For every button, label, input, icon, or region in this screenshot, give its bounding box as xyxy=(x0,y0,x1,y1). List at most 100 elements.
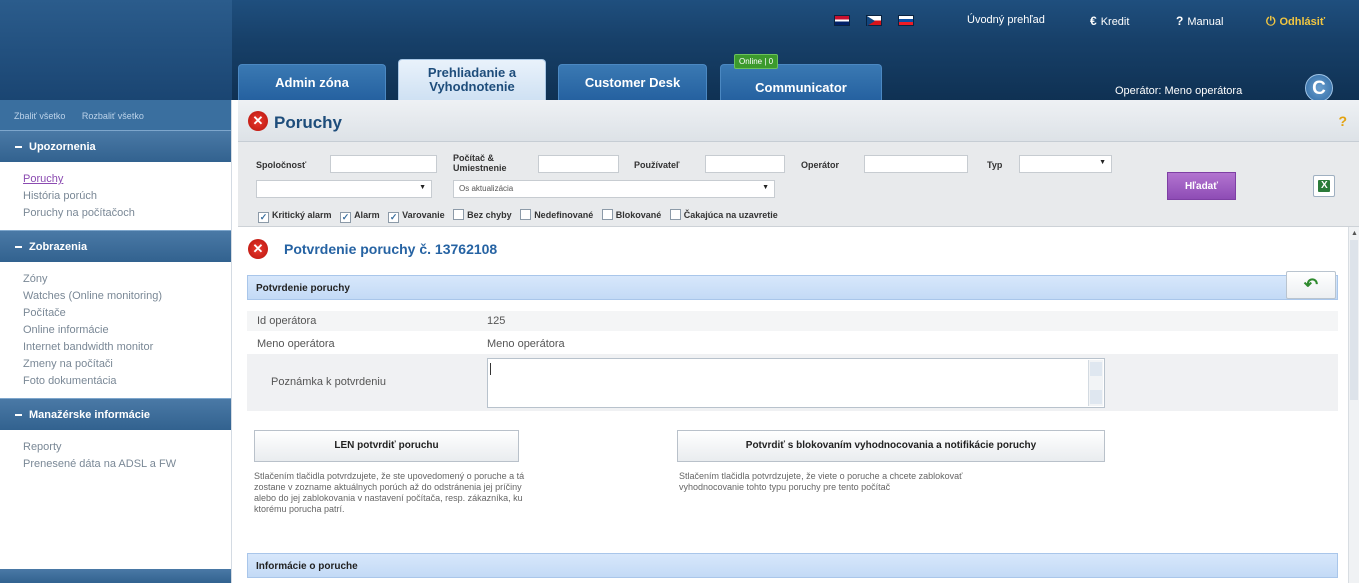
collapse-all-link[interactable]: Zbaliť všetko xyxy=(14,111,65,121)
note-label: Poznámka k potvrdeniu xyxy=(271,376,386,388)
operator-name-value: Meno operátora xyxy=(487,338,565,350)
tab-review-line1: Prehliadanie a xyxy=(427,65,517,80)
sidebar-item-fault-history[interactable]: História porúch xyxy=(23,188,231,205)
close-detail-icon[interactable]: ✕ xyxy=(248,239,268,259)
expand-all-link[interactable]: Rozbaliť všetko xyxy=(82,111,144,121)
power-icon: ⏻ xyxy=(1266,14,1276,28)
page-title: Poruchy xyxy=(274,113,343,132)
page-header: ✕ Poruchy ? xyxy=(238,100,1359,142)
scroll-up-icon[interactable]: ▲ xyxy=(1351,230,1358,237)
collapse-icon xyxy=(15,246,22,249)
checkbox-icon xyxy=(453,209,465,220)
manual-link[interactable]: ? Manual xyxy=(1176,14,1223,28)
computer-input[interactable] xyxy=(538,155,619,173)
sidebar-item-computers[interactable]: Počítače xyxy=(23,305,231,322)
sidebar-list-views: Zóny Watches (Online monitoring) Počítač… xyxy=(0,262,231,398)
collapse-icon xyxy=(15,146,22,149)
confirm-only-description: Stlačením tlačidla potvrdzujete, že ste … xyxy=(254,471,554,515)
app-logo-icon[interactable]: C xyxy=(1305,74,1333,102)
sidebar-section-title: Upozornenia xyxy=(29,141,96,153)
credit-link[interactable]: € Kredit xyxy=(1090,14,1129,28)
checkbox-label: Nedefinované xyxy=(534,210,594,220)
textarea-scrollbar[interactable] xyxy=(1088,360,1103,406)
computer-label-line1: Počítač & xyxy=(453,153,495,163)
logout-link[interactable]: ⏻ Odhlásiť xyxy=(1266,14,1325,29)
scrollbar-thumb[interactable] xyxy=(1350,240,1358,400)
sk-flag-icon[interactable] xyxy=(898,15,914,26)
computer-label: Počítač & Umiestnenie xyxy=(453,153,507,173)
desc-line: alebo do jej zablokovania v nastavení po… xyxy=(254,493,523,503)
sidebar-item-computer-changes[interactable]: Zmeny na počítači xyxy=(23,356,231,373)
user-input[interactable] xyxy=(705,155,785,173)
checkbox-icon: ✓ xyxy=(388,212,400,223)
sidebar-section-management[interactable]: Manažérske informácie xyxy=(0,398,231,430)
sidebar-item-bandwidth[interactable]: Internet bandwidth monitor xyxy=(23,339,231,356)
confirm-only-button[interactable]: LEN potvrdiť poruchu xyxy=(254,430,519,462)
text-caret xyxy=(490,363,491,375)
euro-icon: € xyxy=(1090,14,1097,28)
operator-filter-label: Operátor xyxy=(801,160,840,170)
top-bar: Úvodný prehľad € Kredit ? Manual ⏻ Odhlásiť xyxy=(0,0,1359,40)
sidebar-item-zones[interactable]: Zóny xyxy=(23,271,231,288)
tab-communicator[interactable]: Communicator xyxy=(720,64,882,100)
tab-customer-desk[interactable]: Customer Desk xyxy=(558,64,707,100)
checkbox-icon xyxy=(601,209,613,220)
sidebar-item-reports[interactable]: Reporty xyxy=(23,439,231,456)
desc-line: Stlačením tlačidla potvrdzujete, že ste … xyxy=(254,471,525,481)
sidebar-item-watches[interactable]: Watches (Online monitoring) xyxy=(23,288,231,305)
checkbox-icon: ✓ xyxy=(258,212,269,223)
collapse-icon xyxy=(15,414,22,417)
excel-export-icon[interactable] xyxy=(1313,175,1335,197)
operator-label: Operátor: Meno operátora xyxy=(1115,85,1243,97)
checkbox-warning[interactable]: ✓ Varovanie xyxy=(388,210,445,223)
company-label: Spoločnosť xyxy=(256,160,307,170)
checkbox-label: Kritický alarm xyxy=(272,210,332,220)
logout-label: Odhlásiť xyxy=(1279,16,1326,28)
online-badge: Online | 0 xyxy=(734,54,779,69)
checkbox-label: Alarm xyxy=(354,210,380,220)
sidebar-item-adsl-data[interactable]: Prenesené dáta na ADSL a FW xyxy=(23,456,231,473)
operator-id-value: 125 xyxy=(487,315,506,327)
tab-admin-zone[interactable]: Admin zóna xyxy=(238,64,386,100)
credit-label: Kredit xyxy=(1100,16,1130,28)
sidebar-section-title: Zobrazenia xyxy=(29,241,88,253)
fault-info-section-header: Informácie o poruche xyxy=(247,553,1338,578)
operator-input[interactable] xyxy=(864,155,968,173)
help-icon[interactable]: ? xyxy=(1338,113,1347,129)
sidebar-item-computer-faults[interactable]: Poruchy na počítačoch xyxy=(23,205,231,222)
checkbox-blocked[interactable]: Blokované xyxy=(601,209,662,220)
checkbox-awaiting-close[interactable]: Čakajúca na uzavretie xyxy=(669,209,778,220)
sidebar-section-alerts[interactable]: Upozornenia xyxy=(0,130,231,162)
tab-review-evaluation[interactable]: Prehliadanie a Vyhodnotenie xyxy=(398,59,546,100)
cz-flag-icon[interactable] xyxy=(866,15,882,26)
search-button[interactable]: Hľadať xyxy=(1167,172,1236,200)
company-select[interactable] xyxy=(256,180,432,198)
close-icon[interactable]: ✕ xyxy=(248,111,268,131)
confirm-block-button[interactable]: Potvrdiť s blokovaním vyhodnocovania a n… xyxy=(677,430,1105,462)
checkbox-critical-alarm[interactable]: ✓ Kritický alarm xyxy=(258,210,332,223)
sidebar-item-online-info[interactable]: Online informácie xyxy=(23,322,231,339)
type-select[interactable] xyxy=(1019,155,1112,173)
time-select[interactable]: Os aktualizácia xyxy=(453,180,775,198)
content-scrollbar[interactable]: ▲ xyxy=(1348,227,1359,583)
checkbox-alarm[interactable]: ✓ Alarm xyxy=(340,210,380,223)
checkbox-label: Čakajúca na uzavretie xyxy=(683,210,778,220)
checkbox-undefined[interactable]: Nedefinované xyxy=(520,209,594,220)
sidebar-item-faults[interactable]: Poruchy xyxy=(23,171,231,188)
checkbox-label: Bez chyby xyxy=(467,210,512,220)
checkbox-label: Blokované xyxy=(615,210,662,220)
company-input[interactable] xyxy=(330,155,437,173)
severity-checkboxes: ✓ Kritický alarm ✓ Alarm ✓ Varovanie Bez ch… xyxy=(258,209,784,223)
sidebar-item-photo-docs[interactable]: Foto dokumentácia xyxy=(23,373,231,390)
sidebar-list-management: Reporty Prenesené dáta na ADSL a FW xyxy=(0,430,231,481)
operator-name-label: Meno operátora xyxy=(257,338,335,350)
desc-line: ktorému porucha patrí. xyxy=(254,504,345,514)
checkbox-no-error[interactable]: Bez chyby xyxy=(453,209,512,220)
sidebar-footer-bar xyxy=(0,569,231,583)
checkbox-icon xyxy=(669,209,681,220)
overview-link[interactable]: Úvodný prehľad xyxy=(967,14,1045,26)
back-arrow-icon[interactable]: ↶ xyxy=(1286,271,1336,299)
note-textarea[interactable] xyxy=(487,358,1105,408)
sidebar-section-views[interactable]: Zobrazenia xyxy=(0,230,231,262)
uk-flag-icon[interactable] xyxy=(834,15,850,26)
